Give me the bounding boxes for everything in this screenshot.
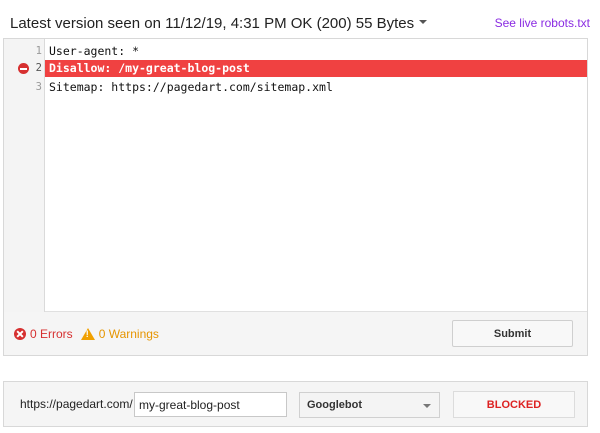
- caret-down-icon: [423, 404, 431, 408]
- robots-editor-panel: 1 User-agent: * 2 Disallow: /my-great-bl…: [3, 38, 588, 356]
- url-test-bar: https://pagedart.com/ Googlebot BLOCKED: [3, 381, 588, 427]
- url-prefix: https://pagedart.com/: [20, 397, 133, 411]
- errors-count[interactable]: 0 Errors: [14, 327, 73, 341]
- url-path-input[interactable]: [134, 392, 287, 417]
- warning-triangle-icon: [80, 328, 95, 340]
- user-agent-select[interactable]: Googlebot: [299, 392, 440, 418]
- line-number: 3: [35, 81, 42, 93]
- line-number: 1: [35, 45, 42, 57]
- caret-down-icon: [419, 20, 428, 24]
- version-dropdown[interactable]: Latest version seen on 11/12/19, 4:31 PM…: [10, 14, 428, 32]
- line-text: User-agent: *: [49, 44, 140, 58]
- code-line-2-error[interactable]: 2 Disallow: /my-great-blog-post: [4, 60, 587, 77]
- x-circle-icon: [14, 328, 26, 340]
- errors-label: 0 Errors: [30, 327, 73, 341]
- warnings-label: 0 Warnings: [98, 327, 159, 341]
- line-number: 2: [35, 62, 42, 74]
- robots-tester-page: Latest version seen on 11/12/19, 4:31 PM…: [0, 0, 600, 433]
- user-agent-selected: Googlebot: [307, 399, 362, 411]
- line-text: Sitemap: https://pagedart.com/sitemap.xm…: [49, 80, 333, 94]
- line-text: Disallow: /my-great-blog-post: [49, 61, 250, 75]
- status-bar: 0 Errors 0 Warnings Submit: [4, 313, 587, 355]
- warnings-count[interactable]: 0 Warnings: [80, 327, 159, 341]
- see-live-robots-link[interactable]: See live robots.txt: [495, 16, 590, 30]
- test-result-button[interactable]: BLOCKED: [453, 391, 575, 418]
- code-line-3[interactable]: 3 Sitemap: https://pagedart.com/sitemap.…: [4, 79, 587, 96]
- submit-button[interactable]: Submit: [452, 320, 573, 347]
- header: Latest version seen on 11/12/19, 4:31 PM…: [10, 12, 590, 34]
- code-editor[interactable]: 1 User-agent: * 2 Disallow: /my-great-bl…: [4, 39, 587, 312]
- code-line-1[interactable]: 1 User-agent: *: [4, 43, 587, 60]
- version-label: Latest version seen on 11/12/19, 4:31 PM…: [10, 14, 415, 32]
